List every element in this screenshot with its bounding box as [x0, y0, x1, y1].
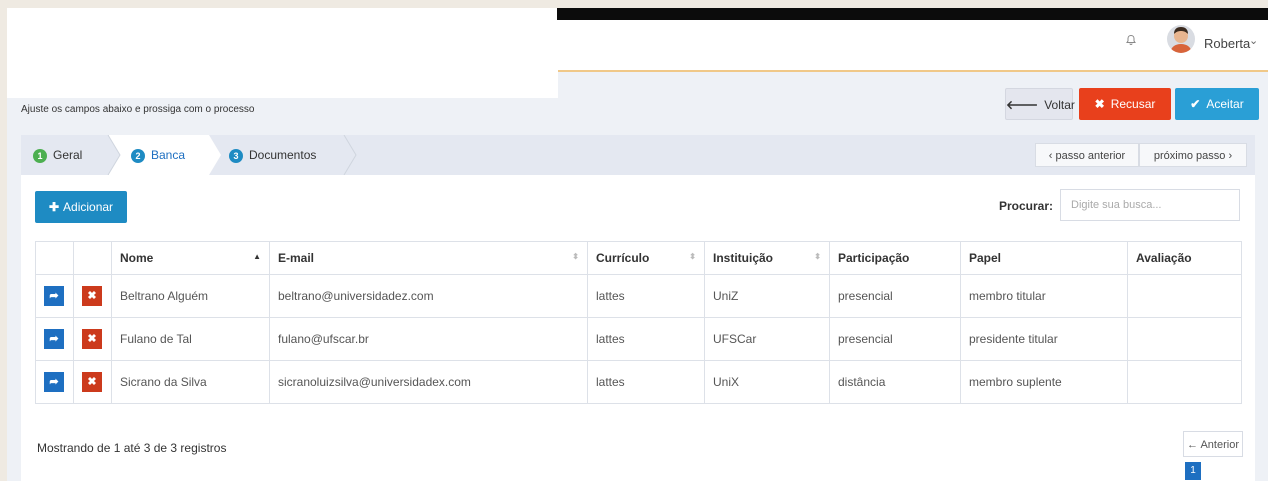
accept-button[interactable]: ✔ Aceitar — [1175, 88, 1259, 120]
chevron-down-icon[interactable]: ⌄ — [1249, 34, 1258, 47]
header-edit — [35, 241, 74, 275]
check-icon: ✔ — [1190, 97, 1201, 111]
next-step-button[interactable]: próximo passo › — [1139, 143, 1247, 167]
table-info: Mostrando de 1 até 3 de 3 registros — [37, 441, 227, 455]
wizard-steps: 1 Geral 2 Banca 3 Documentos ‹ passo anteri… — [21, 135, 1255, 175]
bell-icon[interactable] — [1125, 34, 1137, 46]
cell-participacao: presencial — [829, 317, 961, 361]
reject-button-label: Recusar — [1110, 97, 1156, 111]
user-name[interactable]: Roberta — [1204, 36, 1250, 51]
cell-email: beltrano@universidadez.com — [269, 274, 588, 318]
header-nome[interactable]: Nome ▲ — [111, 241, 270, 275]
cell-participacao: presencial — [829, 274, 961, 318]
delete-cell: ✖ — [73, 274, 112, 318]
table-header-row: Nome ▲ E-mail ⬍ Currículo ⬍ Instituição ⬍ Pa… — [35, 241, 1242, 275]
step-geral[interactable]: 1 Geral — [33, 135, 82, 175]
delete-cell: ✖ — [73, 360, 112, 404]
sort-icon: ⬍ — [814, 252, 821, 261]
title-area — [7, 20, 558, 98]
main-panel: ✚Adicionar Procurar: Nome ▲ E-mail ⬍ Currí… — [21, 175, 1255, 481]
cell-nome: Beltrano Alguém — [111, 274, 270, 318]
cell-curriculo[interactable]: lattes — [587, 317, 705, 361]
edit-cell: ➦ — [35, 360, 74, 404]
header-label: Currículo — [596, 251, 650, 265]
back-button-label: Voltar — [1044, 98, 1075, 112]
header-instituicao[interactable]: Instituição ⬍ — [704, 241, 830, 275]
cell-email: fulano@ufscar.br — [269, 317, 588, 361]
cell-nome: Fulano de Tal — [111, 317, 270, 361]
header-label: Participação — [838, 251, 910, 265]
cell-instituicao: UniX — [704, 360, 830, 404]
header-label: Instituição — [713, 251, 774, 265]
header-avaliacao[interactable]: Avaliação — [1127, 241, 1242, 275]
cell-curriculo[interactable]: lattes — [587, 274, 705, 318]
delete-icon[interactable]: ✖ — [82, 372, 102, 392]
cell-papel: membro suplente — [960, 360, 1128, 404]
previous-page-button[interactable]: ← Anterior — [1183, 431, 1243, 457]
header-label: Avaliação — [1136, 251, 1192, 265]
edit-icon[interactable]: ➦ — [44, 286, 64, 306]
step-number: 1 — [33, 149, 47, 163]
header-curriculo[interactable]: Currículo ⬍ — [587, 241, 705, 275]
edit-cell: ➦ — [35, 317, 74, 361]
back-button[interactable]: 🡐 Voltar — [1005, 88, 1075, 120]
sort-icon: ⬍ — [689, 252, 696, 261]
step-label: Banca — [151, 148, 186, 162]
search-label: Procurar: — [999, 199, 1054, 213]
step-label: Geral — [53, 148, 83, 162]
cell-avaliacao — [1127, 360, 1242, 404]
close-icon: ✖ — [1094, 97, 1105, 111]
edit-cell: ➦ — [35, 274, 74, 318]
cell-papel: presidente titular — [960, 317, 1128, 361]
step-separator-3 — [343, 135, 357, 175]
step-banca[interactable]: 2 Banca — [131, 135, 185, 175]
add-button[interactable]: ✚ Adicionar — [35, 191, 127, 223]
table-row: ➦ ✖ Beltrano Alguém beltrano@universidad… — [35, 274, 1242, 318]
search-input[interactable] — [1060, 189, 1240, 221]
delete-icon[interactable]: ✖ — [82, 286, 102, 306]
table-row: ➦ ✖ Sicrano da Silva sicranoluizsilva@un… — [35, 360, 1242, 404]
edit-icon[interactable]: ➦ — [44, 329, 64, 349]
step-separator-1 — [107, 135, 121, 175]
reject-button[interactable]: ✖ Recusar — [1079, 88, 1171, 120]
table-row: ➦ ✖ Fulano de Tal fulano@ufscar.br latte… — [35, 317, 1242, 361]
accept-button-label: Aceitar — [1206, 97, 1244, 111]
delete-cell: ✖ — [73, 317, 112, 361]
active-step-arrow — [209, 135, 221, 175]
add-button-label: Adicionar — [63, 200, 114, 214]
top-dark-strip — [557, 8, 1268, 20]
header-label: Papel — [969, 251, 1002, 265]
step-number: 2 — [131, 149, 145, 163]
cell-nome: Sicrano da Silva — [111, 360, 270, 404]
delete-icon[interactable]: ✖ — [82, 329, 102, 349]
sort-icon: ⬍ — [572, 252, 579, 261]
plus-icon: ✚ — [48, 200, 60, 214]
cell-avaliacao — [1127, 317, 1242, 361]
step-number: 3 — [229, 149, 243, 163]
app-frame: Roberta ⌄ Ajuste os campos abaixo e pros… — [7, 8, 1268, 481]
edit-icon[interactable]: ➦ — [44, 372, 64, 392]
header-participacao[interactable]: Participação — [829, 241, 961, 275]
cell-instituicao: UFSCar — [704, 317, 830, 361]
members-table: Nome ▲ E-mail ⬍ Currículo ⬍ Instituição ⬍ Pa… — [35, 241, 1242, 404]
header-label: E-mail — [278, 251, 315, 265]
cell-curriculo[interactable]: lattes — [587, 360, 705, 404]
avatar[interactable] — [1167, 25, 1195, 53]
step-label: Documentos — [249, 148, 317, 162]
header-label: Nome — [120, 251, 154, 265]
cell-participacao: distância — [829, 360, 961, 404]
step-documentos[interactable]: 3 Documentos — [229, 135, 316, 175]
page-number-button[interactable]: 1 — [1185, 462, 1201, 480]
cell-avaliacao — [1127, 274, 1242, 318]
cell-instituicao: UniZ — [704, 274, 830, 318]
arrow-left-icon: 🡐 — [1006, 98, 1039, 112]
page-subtitle: Ajuste os campos abaixo e prossiga com o… — [21, 104, 255, 115]
header-papel[interactable]: Papel — [960, 241, 1128, 275]
header-delete — [73, 241, 112, 275]
cell-email: sicranoluizsilva@universidadex.com — [269, 360, 588, 404]
sort-asc-icon: ▲ — [253, 252, 261, 261]
header-email[interactable]: E-mail ⬍ — [269, 241, 588, 275]
cell-papel: membro titular — [960, 274, 1128, 318]
previous-step-button[interactable]: ‹ passo anterior — [1035, 143, 1139, 167]
